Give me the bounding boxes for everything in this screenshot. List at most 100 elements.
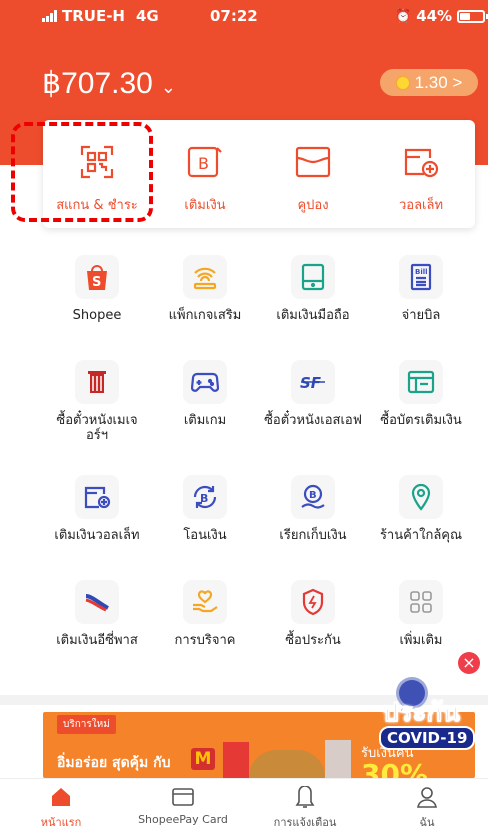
service-donation[interactable]: การบริจาค (151, 580, 259, 685)
tab-label: ShopeePay Card (138, 813, 228, 826)
coin-icon (395, 75, 410, 90)
service-easy-pass[interactable]: เติมเงินอีซี่พาส (43, 580, 151, 685)
service-game-topup[interactable]: เติมเกม (151, 360, 259, 475)
svg-text:Bill: Bill (415, 268, 428, 276)
transfer-icon: B (183, 475, 227, 519)
more-grid-icon (399, 580, 443, 624)
tab-label: การแจ้งเตือน (273, 816, 337, 829)
tab-me[interactable]: ฉัน (366, 779, 488, 831)
topup-label: เติมเงิน (184, 198, 226, 213)
service-label: ซื้อตั๋วหนังเอสเอฟ (264, 413, 362, 428)
bottom-tab-bar: หน้าแรก ShopeePay Card การแจ้งเตือน ฉัน (0, 778, 488, 831)
coupon-button[interactable]: คูปอง (259, 120, 367, 228)
chevron-down-icon: ⌄ (160, 77, 176, 98)
mcdonalds-logo: M (191, 748, 215, 770)
insurance-shield-icon (291, 580, 335, 624)
service-transfer[interactable]: B โอนเงิน (151, 475, 259, 580)
tab-label: หน้าแรก (40, 816, 82, 829)
service-shopee[interactable]: S Shopee (43, 255, 151, 360)
alarm-icon: ⏰ (395, 8, 412, 24)
wallet-topup-icon (75, 475, 119, 519)
user-icon (417, 787, 437, 808)
service-label: ซื้อประกัน (285, 633, 341, 648)
location-pin-icon (399, 475, 443, 519)
tab-label: ฉัน (419, 816, 435, 829)
service-label: Shopee (72, 308, 122, 323)
service-request-money[interactable]: B เรียกเก็บเงิน (259, 475, 367, 580)
service-major-cinema[interactable]: ซื้อตั๋วหนังเมเจอร์ฯ (43, 360, 151, 475)
services-grid: S Shopee แพ็กเกจเสริม เติมเงินมือถือ Bil… (43, 255, 475, 685)
home-icon (52, 788, 70, 806)
services-row: S Shopee แพ็กเกจเสริม เติมเงินมือถือ Bil… (43, 255, 475, 360)
service-label: ร้านค้าใกล้คุณ (379, 528, 463, 543)
wifi-package-icon (183, 255, 227, 299)
service-label: จ่ายบิล (401, 308, 441, 323)
tab-shopeepay-card[interactable]: ShopeePay Card (122, 779, 244, 831)
covid-insurance-badge[interactable]: × ประกัน COVID-19 (375, 652, 485, 780)
coins-button[interactable]: 1.30 > (380, 69, 478, 96)
covid-badge-subtitle: COVID-19 (379, 726, 476, 750)
scan-pay-label: สแกน & ชำระ (56, 198, 138, 213)
wallet-label: วอลเล็ท (398, 198, 444, 213)
svg-text:S: S (92, 275, 101, 290)
bell-icon (295, 786, 315, 808)
balance-amount: ฿707.30 (42, 67, 153, 100)
shopee-bag-icon: S (75, 255, 119, 299)
services-row: เติมเงินวอลเล็ท B โอนเงิน B เรียกเก็บเงิ… (43, 475, 475, 580)
coins-value: 1.30 > (414, 72, 463, 92)
carrier-name: TRUE-H (62, 7, 125, 25)
tab-home[interactable]: หน้าแรก (0, 779, 122, 831)
gamepad-icon (183, 360, 227, 404)
card-icon (172, 788, 194, 806)
wallet-button[interactable]: วอลเล็ท (367, 120, 475, 228)
topup-icon: B (187, 142, 223, 182)
service-label: การบริจาค (174, 633, 236, 648)
service-mobile-topup[interactable]: เติมเงินมือถือ (259, 255, 367, 360)
service-insurance[interactable]: ซื้อประกัน (259, 580, 367, 685)
service-wallet-topup[interactable]: เติมเงินวอลเล็ท (43, 475, 151, 580)
close-icon[interactable]: × (458, 652, 480, 674)
service-label: เติมเงินวอลเล็ท (54, 528, 140, 543)
fries-image (223, 742, 249, 778)
service-package[interactable]: แพ็กเกจเสริม (151, 255, 259, 360)
service-bill[interactable]: Bill จ่ายบิล (367, 255, 475, 360)
coupon-icon (295, 142, 331, 182)
bill-icon: Bill (399, 255, 443, 299)
service-label: เพิ่มเติม (399, 633, 443, 648)
prepaid-card-icon (399, 360, 443, 404)
svg-text:B: B (198, 154, 209, 173)
services-row: ซื้อตั๋วหนังเมเจอร์ฯ เติมเกม SF ซื้อตั๋ว… (43, 360, 475, 475)
battery-percent: 44% (416, 7, 453, 25)
battery-icon (457, 9, 488, 23)
easy-pass-icon (75, 580, 119, 624)
svg-text:B: B (200, 492, 208, 505)
service-label: แพ็กเกจเสริม (168, 308, 242, 323)
drink-image (325, 740, 351, 778)
sf-cinema-icon: SF (291, 360, 335, 404)
service-label: โอนเงิน (183, 528, 227, 543)
service-label: เติมเงินอีซี่พาส (56, 633, 138, 648)
clock: 07:22 (210, 7, 258, 25)
service-label: เรียกเก็บเงิน (279, 528, 347, 543)
service-label: เติมเงินมือถือ (276, 308, 350, 323)
service-prepaid-card[interactable]: ซื้อบัตรเติมเงิน (367, 360, 475, 475)
service-label: เติมเกม (183, 413, 227, 428)
services-row: เติมเงินอีซี่พาส การบริจาค ซื้อประกัน เพ… (43, 580, 475, 685)
balance-display[interactable]: ฿707.30 ⌄ (42, 66, 176, 101)
network-type: 4G (136, 7, 159, 25)
mobile-topup-icon (291, 255, 335, 299)
service-more[interactable]: เพิ่มเติม (367, 580, 475, 685)
scan-pay-button[interactable]: สแกน & ชำระ (43, 120, 151, 228)
request-money-icon: B (291, 475, 335, 519)
quick-actions-card: สแกน & ชำระ B เติมเงิน คูปอง วอลเล็ท (43, 120, 475, 228)
tab-notifications[interactable]: การแจ้งเตือน (244, 779, 366, 831)
service-sf-cinema[interactable]: SF ซื้อตั๋วหนังเอสเอฟ (259, 360, 367, 475)
topup-button[interactable]: B เติมเงิน (151, 120, 259, 228)
scan-qr-icon (80, 142, 114, 182)
burger-image (249, 750, 325, 778)
svg-text:B: B (309, 490, 317, 501)
signal-icon (42, 10, 57, 22)
status-bar: TRUE-H 4G 07:22 ⏰ 44% (0, 0, 488, 34)
wallet-icon (402, 142, 440, 182)
service-nearby-shops[interactable]: ร้านค้าใกล้คุณ (367, 475, 475, 580)
